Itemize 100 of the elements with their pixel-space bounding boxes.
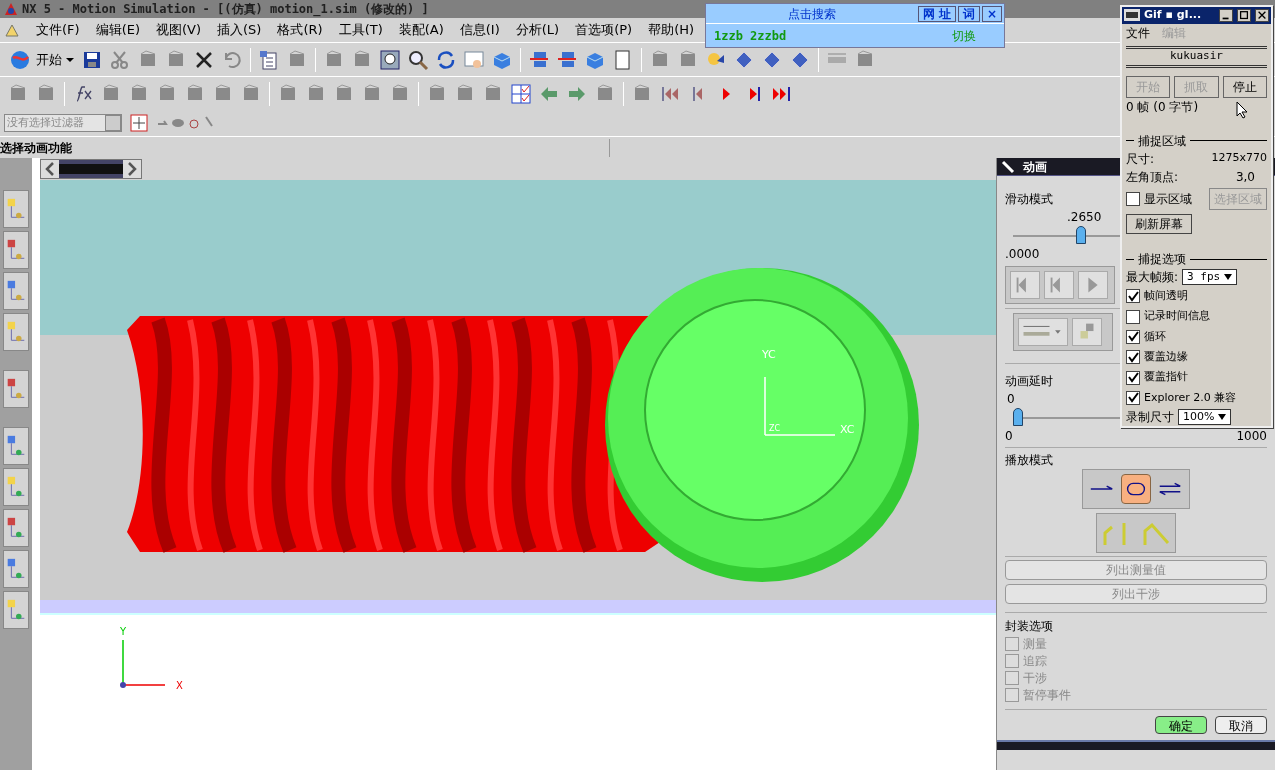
checkbox[interactable]: [1126, 289, 1140, 304]
search-bar-button[interactable]: 词: [957, 5, 980, 22]
axis-label: ZC: [769, 424, 781, 433]
checkbox-label: 追踪: [1023, 652, 1047, 670]
filter-icon[interactable]: [130, 114, 148, 132]
maximize-icon[interactable]: [1237, 8, 1251, 22]
menu-item[interactable]: 分析(L): [515, 20, 560, 40]
menu-item[interactable]: 编辑(E): [95, 20, 140, 40]
search-title[interactable]: 点击搜索: [706, 4, 918, 23]
menu-item[interactable]: 格式(R): [277, 20, 323, 40]
checkbox-label: 记录时间信息: [1144, 308, 1210, 325]
checkbox[interactable]: [1126, 350, 1140, 365]
ok-button[interactable]: 确定: [1155, 716, 1207, 734]
recorder-name: kukuasir: [1170, 48, 1223, 65]
checkbox[interactable]: [1126, 370, 1140, 385]
record-size-select[interactable]: 100%: [1178, 408, 1232, 425]
menu-icon[interactable]: [4, 22, 20, 38]
search-bar-button[interactable]: 网 址: [917, 5, 956, 22]
slider-thumb[interactable]: [1075, 226, 1086, 244]
checkbox[interactable]: [1126, 390, 1140, 405]
menu-item[interactable]: 首选项(P): [575, 20, 633, 40]
field-label: 左角顶点:: [1126, 168, 1179, 186]
caret-down-icon: [1224, 273, 1233, 282]
step-back-icon[interactable]: [1044, 271, 1074, 299]
tab-scroller[interactable]: [40, 159, 142, 179]
checkbox-label: 覆盖边缘: [1144, 348, 1188, 365]
frame-rate-select[interactable]: 3 fps: [1182, 269, 1238, 286]
loop-icon[interactable]: [1121, 474, 1151, 504]
close-icon[interactable]: [1255, 8, 1269, 22]
field-label: 尺寸:: [1126, 150, 1155, 168]
section-label: 捕捉选项: [1138, 251, 1186, 269]
section-label: 封装选项: [1005, 618, 1053, 635]
graphics-viewport[interactable]: YC ZC XC Y X: [40, 180, 996, 770]
cancel-button[interactable]: 取消: [1215, 716, 1267, 734]
menu-item[interactable]: 插入(S): [217, 20, 262, 40]
part-tree-icon[interactable]: [3, 272, 29, 310]
menu-item[interactable]: 信息(I): [459, 20, 500, 40]
menu-item[interactable]: 文件: [1126, 23, 1150, 42]
slider-min: 0: [1005, 428, 1013, 444]
slider-reading: 0: [1007, 391, 1015, 408]
menu-item[interactable]: 装配(A): [398, 20, 444, 40]
wcs-axes-drawing: [764, 376, 836, 436]
checkbox-label: 覆盖指针: [1144, 369, 1188, 386]
tool-icon[interactable]: [156, 114, 216, 132]
checkbox-label: 暂停事件: [1023, 686, 1071, 704]
chevron-right-icon[interactable]: [123, 160, 141, 178]
caret-down-icon: [1218, 412, 1227, 421]
tool-icon[interactable]: [1072, 318, 1102, 346]
checkbox[interactable]: [1126, 309, 1140, 324]
axis-triad-drawing: [120, 639, 166, 688]
field-value: 3,0: [1235, 168, 1255, 186]
axis-label: XC: [840, 423, 855, 436]
menu-item[interactable]: 视图(V): [156, 20, 202, 40]
checkbox-label: Explorer 2.0 兼容: [1144, 389, 1237, 406]
field-value: 1275x770: [1211, 149, 1267, 166]
slider-reading: .2650: [1067, 209, 1102, 226]
cue-line: 选择动画功能: [0, 138, 610, 157]
zoom-icon[interactable]: [407, 48, 429, 71]
axis-label: Y: [120, 626, 127, 637]
mouse-pointer-icon: [1236, 101, 1248, 119]
section-label: 滑动模式: [1005, 191, 1053, 208]
checklist-icon[interactable]: [510, 82, 532, 105]
window-title: NX 5 - Motion Simulation - [(仿真) motion_1.sim (修改的) ]: [22, 1, 429, 18]
menu-item[interactable]: 工具(T): [338, 20, 383, 40]
navigator-tree-icon[interactable]: [3, 190, 29, 228]
assembly-tree-icon[interactable]: [3, 231, 29, 269]
skip-back-icon[interactable]: [1010, 271, 1040, 299]
section-label: 播放模式: [1005, 452, 1053, 469]
pan-icon[interactable]: [463, 48, 485, 71]
gif-window-title: Gif ▪ gI...: [1144, 7, 1203, 24]
menu-item[interactable]: 帮助(H): [648, 20, 695, 40]
axis-label: YC: [762, 348, 776, 361]
refresh-screen-button[interactable]: 刷新屏幕: [1126, 213, 1192, 235]
search-bar-button[interactable]: ×: [981, 5, 1002, 22]
start-button[interactable]: 开始: [4, 45, 78, 74]
recorder-button[interactable]: 停止: [1222, 75, 1267, 98]
panel-title: 动画: [1023, 158, 1047, 176]
field-label: 录制尺寸: [1126, 408, 1174, 426]
chevron-left-icon[interactable]: [41, 160, 59, 178]
frame-status: 0 帧 (0 字节): [1125, 98, 1200, 116]
checkbox[interactable]: [1126, 191, 1140, 206]
zoom-fit-icon[interactable]: [379, 48, 401, 71]
slider-thumb[interactable]: [1013, 408, 1023, 426]
checkbox-label: 显示区域: [1144, 190, 1192, 208]
app-logo-icon: [4, 2, 18, 16]
checkbox-label: 测量: [1023, 635, 1047, 653]
section-label: 动画延时: [1005, 373, 1053, 390]
minimize-icon[interactable]: [1219, 8, 1233, 22]
selection-filter-dropdown[interactable]: 没有选择过滤器: [4, 114, 122, 132]
slider-min: .0000: [1005, 246, 1040, 262]
menu-item[interactable]: 文件(F): [36, 20, 80, 40]
field-label: 最大帧频:: [1126, 269, 1179, 287]
rotate-icon[interactable]: [435, 48, 457, 71]
play-icon[interactable]: [1078, 271, 1108, 299]
checkbox-label: 循环: [1144, 328, 1166, 345]
history-tree-icon[interactable]: [3, 313, 29, 351]
checkbox-label: 帧间透明: [1144, 288, 1188, 304]
checkbox-label: 干涉: [1023, 669, 1047, 687]
checkbox[interactable]: [1126, 329, 1140, 344]
app-icon: [1124, 9, 1140, 22]
